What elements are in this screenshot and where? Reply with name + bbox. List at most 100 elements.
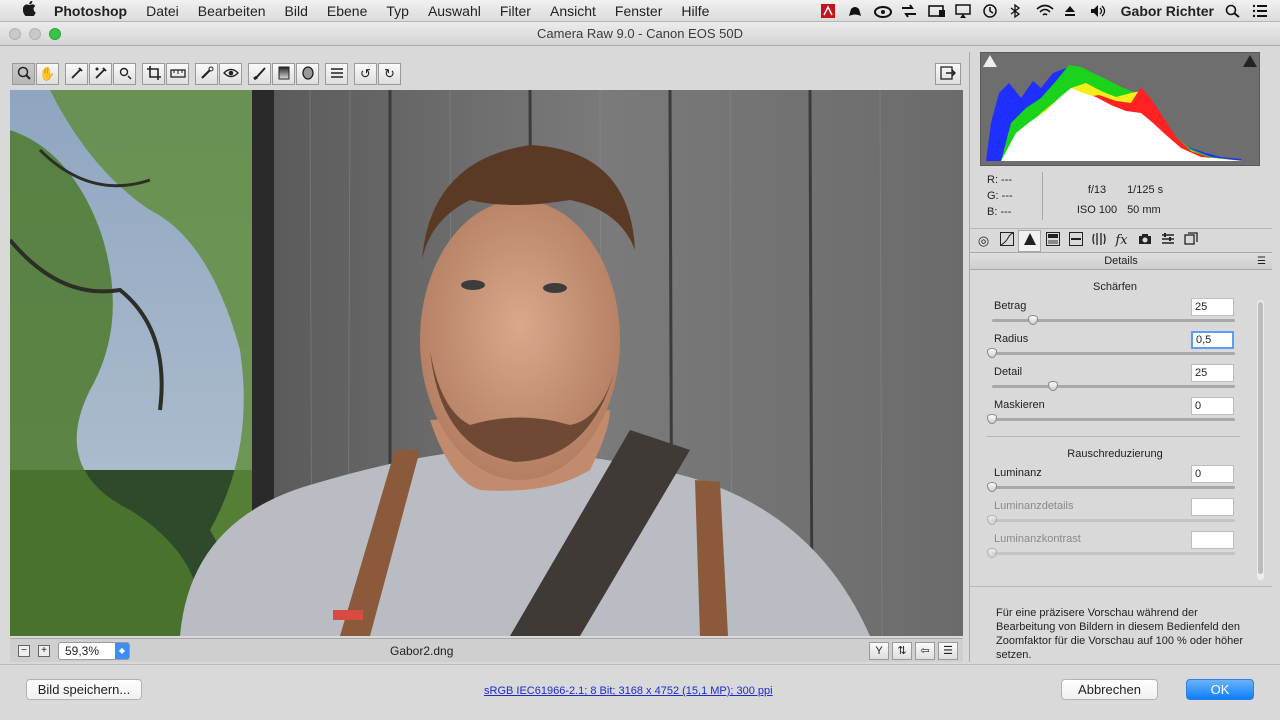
menu-ansicht[interactable]: Ansicht [550, 3, 596, 19]
aperture-icon: ◎ [977, 232, 990, 248]
tab-tone-curve[interactable] [995, 230, 1018, 252]
hand-tool[interactable]: ✋ [36, 63, 59, 85]
radius-input[interactable]: 0,5 [1191, 331, 1234, 349]
notification-center-icon[interactable] [1252, 4, 1268, 18]
target-adjust-tool[interactable] [113, 63, 136, 85]
time-machine-icon[interactable] [982, 4, 998, 18]
tab-effects[interactable]: fx [1110, 230, 1133, 252]
creative-cloud-icon[interactable] [873, 4, 892, 18]
radius-slider-thumb[interactable] [987, 348, 997, 358]
wifi-icon[interactable] [1036, 4, 1054, 18]
red-eye-tool[interactable] [219, 63, 242, 85]
slider-label-luminanzdetails: Luminanzdetails [994, 500, 1074, 512]
betrag-slider[interactable] [992, 315, 1235, 325]
menu-datei[interactable]: Datei [146, 3, 179, 19]
iso-value: ISO 100 [1076, 204, 1118, 216]
spotlight-search-icon[interactable] [1225, 4, 1241, 18]
tab-presets[interactable] [1156, 230, 1179, 252]
menu-bild[interactable]: Bild [285, 3, 308, 19]
maskieren-slider-thumb[interactable] [987, 414, 997, 424]
close-window-button[interactable] [9, 28, 21, 40]
adobe-icon[interactable] [820, 4, 836, 18]
blue-value: B: --- [987, 206, 1012, 218]
color-sampler-tool[interactable] [89, 63, 112, 85]
arrows-icon[interactable] [901, 4, 917, 18]
detail-slider-thumb[interactable] [1047, 381, 1058, 391]
menu-fenster[interactable]: Fenster [615, 3, 662, 19]
fullscreen-toggle-button[interactable] [935, 63, 961, 85]
menu-hilfe[interactable]: Hilfe [681, 3, 709, 19]
green-value: G: --- [987, 190, 1013, 202]
graduated-filter-icon [278, 66, 290, 83]
split-toning-icon [1068, 232, 1083, 249]
luminanz-slider[interactable] [987, 482, 1235, 492]
apple-icon[interactable] [20, 0, 38, 20]
before-after-icon: Y [875, 644, 883, 657]
volume-icon[interactable] [1090, 4, 1106, 18]
tab-detail[interactable] [1018, 229, 1041, 252]
panel-menu-icon[interactable]: ☰ [1257, 253, 1266, 270]
preferences-tool[interactable] [325, 63, 348, 85]
tab-hsl[interactable] [1041, 230, 1064, 252]
image-preview[interactable] [10, 90, 963, 636]
menu-photoshop[interactable]: Photoshop [54, 3, 127, 19]
betrag-slider-thumb[interactable] [1028, 315, 1039, 325]
maskieren-slider[interactable] [987, 414, 1235, 424]
save-image-button[interactable]: Bild speichern... [26, 679, 142, 700]
copy-settings-button[interactable]: ⇦ [915, 641, 935, 660]
camera-raw-window: Camera Raw 9.0 - Canon EOS 50D ✋ ↺ ↻ − +… [0, 22, 1280, 720]
tab-split-toning[interactable] [1064, 230, 1087, 252]
backup-icon[interactable] [927, 4, 945, 18]
ok-button[interactable]: OK [1186, 679, 1254, 700]
slider-label-maskieren: Maskieren [994, 399, 1045, 411]
menu-auswahl[interactable]: Auswahl [428, 3, 481, 19]
preview-view-controls: Y ⇅ ⇦ ☰ [869, 641, 959, 660]
detail-slider[interactable] [992, 381, 1235, 391]
betrag-input[interactable]: 25 [1191, 298, 1234, 316]
graduated-filter-tool[interactable] [272, 63, 295, 85]
detail-input[interactable]: 25 [1191, 364, 1234, 382]
hat-icon[interactable] [847, 4, 863, 18]
menu-bearbeiten[interactable]: Bearbeiten [198, 3, 266, 19]
radial-filter-tool[interactable] [296, 63, 319, 85]
luminanz-input[interactable]: 0 [1191, 465, 1234, 483]
zoom-tool[interactable] [12, 63, 35, 85]
user-name[interactable]: Gabor Richter [1121, 3, 1214, 19]
tab-basic[interactable]: ◎ [972, 230, 995, 252]
crop-tool[interactable] [142, 63, 165, 85]
bluetooth-icon[interactable] [1009, 3, 1025, 19]
tab-camera-calibration[interactable] [1133, 230, 1156, 252]
menu-filter[interactable]: Filter [500, 3, 531, 19]
zoom-in-button[interactable]: + [38, 644, 50, 657]
minimize-window-button[interactable] [29, 28, 41, 40]
rotate-left-tool[interactable]: ↺ [354, 63, 377, 85]
eject-icon[interactable] [1063, 4, 1079, 18]
airplay-icon[interactable] [954, 4, 971, 18]
luminanz-slider-thumb[interactable] [987, 482, 997, 492]
rotate-right-tool[interactable]: ↻ [378, 63, 401, 85]
before-after-toggle[interactable]: Y [869, 641, 889, 660]
luminanzkontrast-slider [987, 548, 1235, 558]
maskieren-input[interactable]: 0 [1191, 397, 1234, 415]
spot-removal-tool[interactable] [195, 63, 218, 85]
zoom-level-select[interactable]: 59,3% ◆ [58, 641, 130, 660]
radius-slider[interactable] [987, 348, 1235, 358]
panel-scrollbar[interactable] [1257, 300, 1264, 580]
tab-lens-corrections[interactable] [1087, 230, 1110, 252]
cancel-button[interactable]: Abbrechen [1061, 679, 1158, 700]
slider-label-luminanz: Luminanz [994, 467, 1042, 479]
view-settings-button[interactable]: ☰ [938, 641, 958, 660]
workflow-options-link[interactable]: sRGB IEC61966-2.1; 8 Bit; 3168 x 4752 (1… [484, 685, 773, 697]
swap-settings-button[interactable]: ⇅ [892, 641, 912, 660]
straighten-tool[interactable] [166, 63, 189, 85]
zoom-out-button[interactable]: − [18, 644, 30, 657]
adjustment-brush-tool[interactable] [248, 63, 271, 85]
scrollbar-knob[interactable] [1258, 302, 1263, 574]
white-balance-tool[interactable] [65, 63, 88, 85]
tab-snapshots[interactable] [1179, 230, 1202, 252]
triangle-icon [1023, 232, 1037, 249]
zoom-window-button[interactable] [49, 28, 61, 40]
menu-ebene[interactable]: Ebene [327, 3, 367, 19]
curve-icon [999, 232, 1014, 249]
menu-typ[interactable]: Typ [386, 3, 409, 19]
